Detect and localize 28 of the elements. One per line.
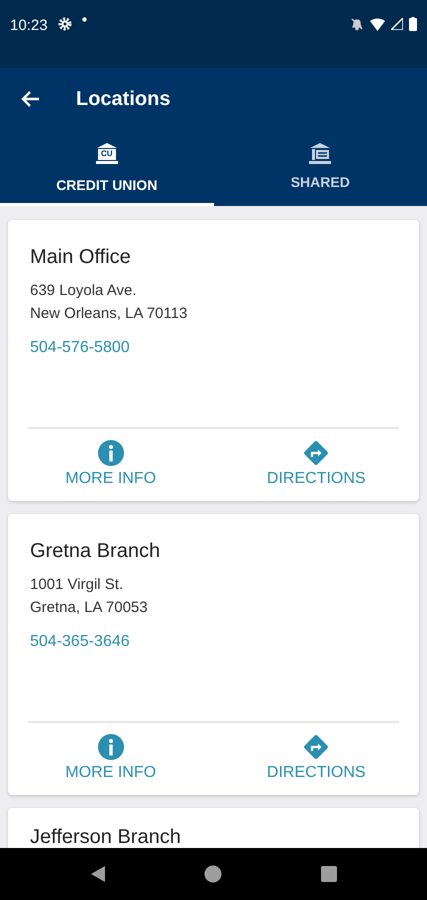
more-info-button[interactable]: MORE INFO [8,439,214,489]
info-icon [98,440,124,466]
signal-icon [391,18,403,30]
bank-icon [308,142,332,166]
directions-button[interactable]: DIRECTIONS [214,733,419,783]
gear-icon [58,17,72,31]
location-name: Gretna Branch [30,540,162,563]
clock: 10:23 [10,17,48,34]
tab[interactable]: CU CREDIT UNION [0,130,214,206]
tab[interactable]: SHARED [214,130,427,206]
phone-link[interactable]: 504-365-3646 [30,633,130,651]
more-info-button[interactable]: MORE INFO [8,733,214,783]
back-arrow-icon[interactable] [20,90,40,108]
address: 639 Loyola Ave. New Orleans, LA 70113 [30,281,188,324]
dot-icon [82,17,87,22]
muted-bell-icon [350,17,364,31]
back-icon[interactable] [88,865,107,883]
wifi-icon [370,18,385,30]
battery-icon [409,17,417,31]
location-name: Jefferson Branch [30,826,182,848]
info-icon [98,734,124,760]
phone-link[interactable]: 504-576-5800 [30,339,130,357]
screen-title: Locations [76,88,170,110]
location-name: Main Office [30,246,132,269]
home-icon[interactable] [204,865,222,883]
directions-button[interactable]: DIRECTIONS [214,439,419,489]
recents-icon[interactable] [320,865,338,883]
address: 1001 Virgil St. Gretna, LA 70053 [30,575,149,618]
